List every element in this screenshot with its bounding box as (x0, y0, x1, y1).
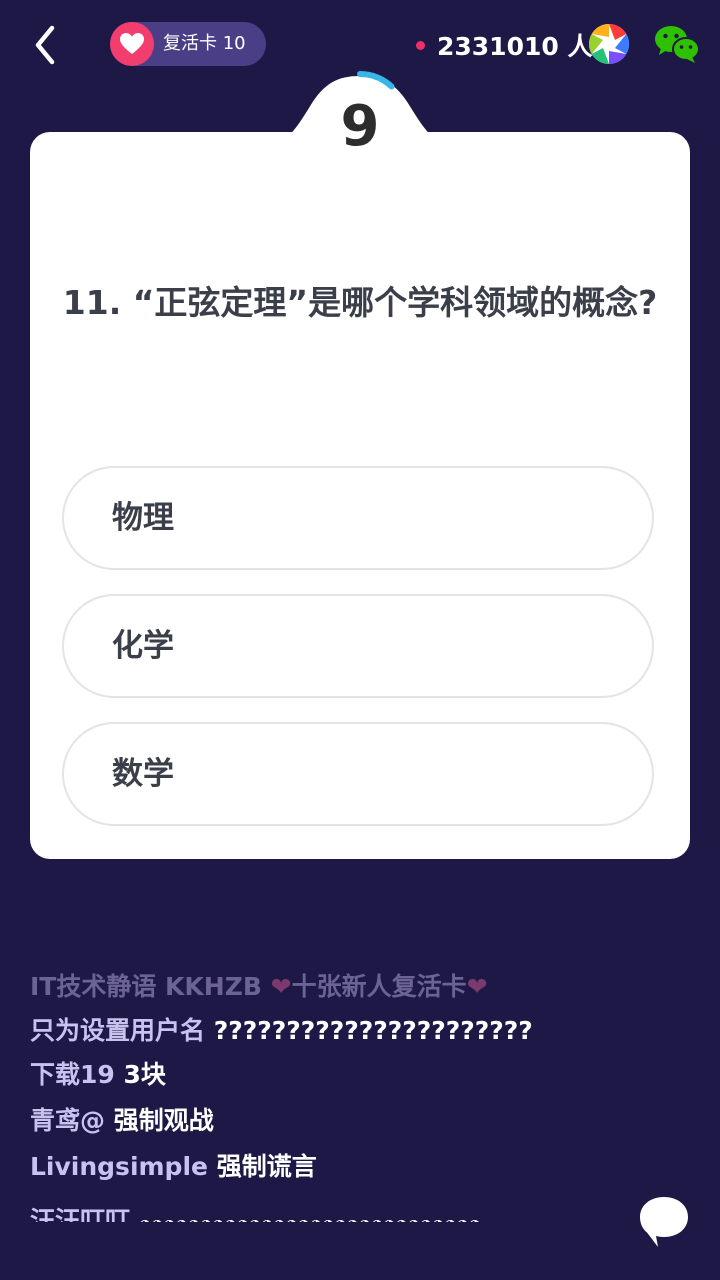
back-button[interactable] (30, 24, 64, 66)
chat-message: 只为设置用户名 ?????????????????????? (30, 1010, 550, 1052)
moments-share-button[interactable] (587, 22, 631, 66)
heart-icon (110, 22, 154, 66)
chat-username: Livingsimple (30, 1152, 208, 1181)
answer-option-label: 数学 (112, 756, 174, 792)
chat-username: 下载19 (30, 1060, 115, 1089)
chat-message: 汪汪叮叮 ◕◕◕◕◕◕◕◕◕◕◕◕◕◕◕◕◕◕◕◕◕◕◕◕◕◕◕◕ (30, 1198, 670, 1222)
back-arrow-icon (35, 25, 55, 65)
chat-username: IT技术静语 KKHZB (30, 972, 262, 1001)
camera-aperture-icon (589, 24, 629, 64)
chat-text: 十张新人复活卡 (291, 972, 467, 1001)
chat-text: 强制谎言 (216, 1152, 317, 1181)
revive-card-label: 复活卡 10 (163, 33, 246, 54)
live-dot-icon (416, 40, 425, 50)
answer-option-3[interactable]: 数学 (62, 722, 654, 826)
answer-option-label: 物理 (112, 500, 174, 536)
chat-message: IT技术静语 KKHZB ❤十张新人复活卡❤ (30, 964, 670, 1010)
wechat-icon (655, 26, 700, 63)
wechat-share-button[interactable] (654, 24, 700, 64)
chat-message: 下载19 3块 (30, 1052, 670, 1098)
chat-feed: IT技术静语 KKHZB ❤十张新人复活卡❤ 只为设置用户名 ?????????… (30, 964, 670, 1222)
chat-username: 青鸢@ (30, 1106, 106, 1135)
viewer-count-text: 2331010 人 (437, 32, 593, 61)
question-text: 11. “正弦定理”是哪个学科领域的概念? (62, 283, 658, 322)
chat-username: 汪汪叮叮 (30, 1206, 131, 1222)
heart-icon: ❤ (270, 972, 292, 1001)
answer-option-2[interactable]: 化学 (62, 594, 654, 698)
chat-message: 青鸢@ 强制观战 (30, 1098, 670, 1144)
chat-bubble-icon (640, 1197, 688, 1247)
chat-username: 只为设置用户名 (30, 1016, 206, 1045)
heart-icon: ❤ (466, 972, 488, 1001)
viewer-count: 2331010 人 (416, 25, 592, 65)
answer-option-1[interactable]: 物理 (62, 466, 654, 570)
countdown-number: 9 (340, 94, 380, 159)
chat-text: 强制观战 (113, 1106, 214, 1135)
chat-button[interactable] (638, 1195, 690, 1249)
chat-text: ◕◕◕◕◕◕◕◕◕◕◕◕◕◕◕◕◕◕◕◕◕◕◕◕◕◕◕◕ (139, 1217, 481, 1222)
answer-option-label: 化学 (112, 628, 174, 664)
chat-message: Livingsimple 强制谎言 (30, 1144, 670, 1190)
chat-text: ?????????????????????? (213, 1016, 533, 1045)
revive-card-badge[interactable]: 复活卡 10 (110, 22, 266, 66)
chat-text: 3块 (123, 1060, 166, 1089)
